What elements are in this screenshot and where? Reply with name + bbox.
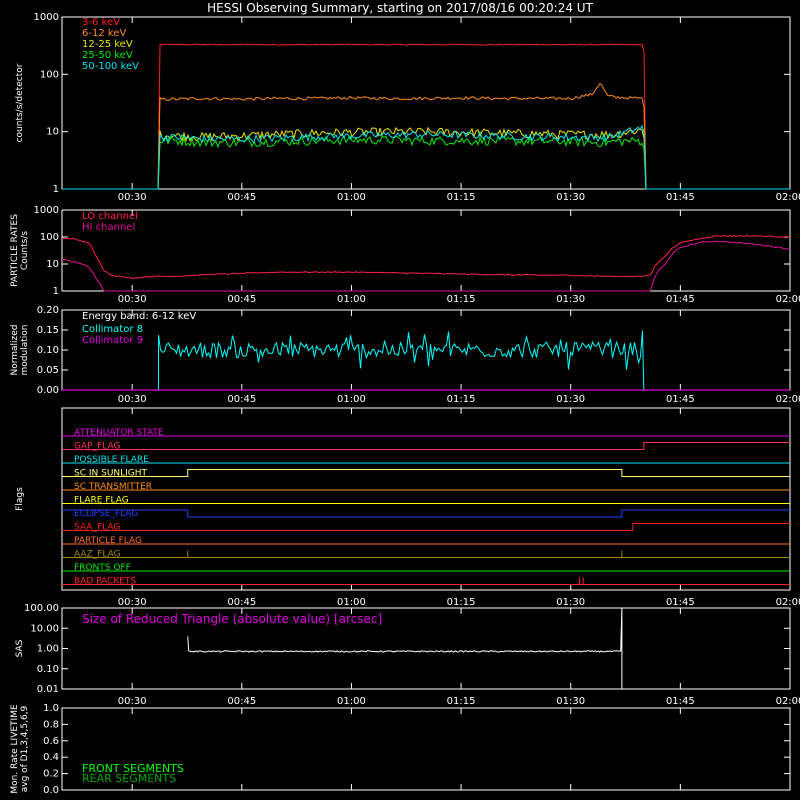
legend-entry: LO channel xyxy=(82,211,138,222)
series-line-1 xyxy=(61,240,791,292)
legend-entry: 25-50 keV xyxy=(82,50,133,61)
x-tick-label: 01:00 xyxy=(337,394,366,405)
chart-title: HESSI Observing Summary, starting on 201… xyxy=(207,1,593,15)
x-tick-label: 01:15 xyxy=(447,394,476,405)
y-tick-label: 1 xyxy=(53,184,59,195)
y-tick-label: 100 xyxy=(40,232,59,243)
x-tick-label: 01:00 xyxy=(337,294,366,305)
y-tick-label: 0.0 xyxy=(43,785,59,796)
y-tick-label: 0.20 xyxy=(37,305,59,316)
annotation: Size of Reduced Triangle (absolute value… xyxy=(82,612,382,626)
panel-frame-2 xyxy=(61,309,791,391)
y-tick-label: 100.00 xyxy=(24,603,59,614)
x-tick-label: 01:30 xyxy=(556,294,585,305)
x-tick-label: 00:30 xyxy=(118,294,147,305)
x-tick-label: 00:30 xyxy=(118,696,147,707)
flag-line xyxy=(62,442,790,450)
x-tick-label: 02:00 xyxy=(776,597,800,608)
observing-summary-chart: HESSI Observing Summary, starting on 201… xyxy=(10,1,800,796)
x-tick-label: 01:45 xyxy=(666,192,695,203)
x-tick-label: 01:45 xyxy=(666,597,695,608)
y-tick-label: 1 xyxy=(53,286,59,297)
x-tick-label: 01:00 xyxy=(337,696,366,707)
y-tick-label: 1000 xyxy=(34,205,59,216)
series-line-0 xyxy=(62,43,790,190)
y-axis-label: avg of D1,3,4,5,6,9 xyxy=(20,705,30,792)
flag-line xyxy=(62,523,790,531)
y-tick-label: 1.00 xyxy=(37,644,59,655)
y-tick-label: 0.2 xyxy=(43,769,59,780)
series-line-0 xyxy=(61,234,791,279)
x-tick-label: 00:45 xyxy=(227,696,256,707)
legend-entry: 50-100 keV xyxy=(82,61,139,72)
y-axis-label: modulation xyxy=(20,325,30,376)
y-axis-label: Normalized xyxy=(10,324,20,375)
x-tick-label: 00:30 xyxy=(118,394,147,405)
y-tick-label: 1.0 xyxy=(43,703,59,714)
x-tick-label: 01:30 xyxy=(556,192,585,203)
x-tick-label: 02:00 xyxy=(776,294,800,305)
y-axis-label: counts/s/detector xyxy=(15,63,25,142)
panel-frame-3 xyxy=(61,407,791,591)
series-line-3 xyxy=(62,134,790,190)
legend-entry: Collimator 9 xyxy=(82,335,143,346)
annotation: Energy band: 6-12 keV xyxy=(82,311,196,322)
x-tick-label: 01:15 xyxy=(447,192,476,203)
y-axis-label: Mon. Rate LIVETIME xyxy=(10,704,20,794)
x-tick-label: 00:30 xyxy=(118,597,147,608)
y-tick-label: 0.10 xyxy=(37,664,59,675)
y-tick-label: 0.8 xyxy=(43,719,59,730)
panel-frame-1 xyxy=(61,209,791,292)
x-tick-label: 00:30 xyxy=(118,192,147,203)
y-axis-label: Counts/s xyxy=(20,231,30,270)
x-tick-label: 02:00 xyxy=(776,192,800,203)
x-tick-label: 01:45 xyxy=(666,294,695,305)
y-axis-label: Flags xyxy=(15,487,25,511)
legend-entry: 12-25 keV xyxy=(82,39,133,50)
x-tick-label: 01:15 xyxy=(447,294,476,305)
x-tick-label: 01:45 xyxy=(666,394,695,405)
x-tick-label: 01:30 xyxy=(556,696,585,707)
x-tick-label: 01:30 xyxy=(556,597,585,608)
x-tick-label: 02:00 xyxy=(776,696,800,707)
x-tick-label: 01:15 xyxy=(447,597,476,608)
legend-entry: HI channel xyxy=(82,222,135,233)
x-tick-label: 01:00 xyxy=(337,597,366,608)
x-tick-label: 00:45 xyxy=(227,597,256,608)
legend-entry: 3-6 keV xyxy=(82,17,120,28)
flag-line xyxy=(62,469,790,477)
x-tick-label: 01:45 xyxy=(666,696,695,707)
x-tick-label: 01:30 xyxy=(556,394,585,405)
y-tick-label: 0.01 xyxy=(37,684,59,695)
flag-line xyxy=(62,509,790,518)
x-tick-label: 01:15 xyxy=(447,696,476,707)
x-tick-label: 00:45 xyxy=(227,294,256,305)
y-tick-label: 100 xyxy=(40,69,59,80)
legend-entry: 6-12 keV xyxy=(82,28,126,39)
y-axis-label: PARTICLE RATES xyxy=(10,214,20,287)
legend-entry: REAR SEGMENTS xyxy=(82,772,176,785)
legend-entry: Collimator 8 xyxy=(82,324,143,335)
y-tick-label: 0.15 xyxy=(37,325,59,336)
y-tick-label: 10 xyxy=(46,127,59,138)
series-line-2 xyxy=(62,126,790,190)
x-tick-label: 00:45 xyxy=(227,394,256,405)
x-tick-label: 02:00 xyxy=(776,394,800,405)
y-tick-label: 0.6 xyxy=(43,736,59,747)
series-line-collimator-8 xyxy=(157,330,645,391)
y-tick-label: 1000 xyxy=(34,12,59,23)
y-tick-label: 0.05 xyxy=(37,365,59,376)
x-tick-label: 01:00 xyxy=(337,192,366,203)
y-axis-label: SAS xyxy=(15,639,25,657)
y-tick-label: 0.10 xyxy=(37,345,59,356)
y-tick-label: 0.4 xyxy=(43,752,59,763)
y-tick-label: 10.00 xyxy=(30,623,59,634)
panel-frame-0 xyxy=(61,16,791,190)
y-tick-label: 10 xyxy=(46,259,59,270)
y-tick-label: 0.00 xyxy=(37,385,59,396)
x-tick-label: 00:45 xyxy=(227,192,256,203)
series-line-1 xyxy=(62,82,790,190)
